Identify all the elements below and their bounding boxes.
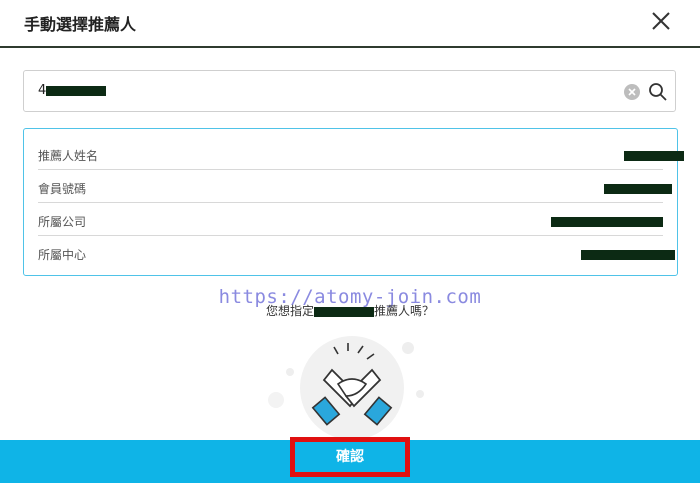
search-input-value: 4 <box>38 83 47 98</box>
info-label: 所屬中心 <box>38 248 87 262</box>
confirm-question: 您想指定 推薦人嗎？ <box>0 302 700 319</box>
info-label: 所屬公司 <box>38 215 87 229</box>
dialog-title: 手動選擇推薦人 <box>24 15 137 34</box>
search-input[interactable]: 4 <box>23 70 676 112</box>
redacted-block <box>46 85 107 96</box>
redacted-value <box>581 250 675 260</box>
info-row-member-number: 會員號碼 <box>38 170 672 203</box>
question-prefix: 您想指定 <box>265 304 314 318</box>
close-icon[interactable] <box>646 6 676 36</box>
redacted-value <box>551 217 663 227</box>
search-icon[interactable] <box>648 82 668 102</box>
recommender-info-panel: 推薦人姓名 會員號碼 所屬公司 所屬中心 <box>23 128 684 276</box>
info-label: 推薦人姓名 <box>38 149 99 163</box>
redacted-value <box>604 184 672 194</box>
clear-icon[interactable] <box>624 84 640 100</box>
info-row-company: 所屬公司 <box>38 203 663 236</box>
info-row-name: 推薦人姓名 <box>38 137 684 170</box>
info-row-center: 所屬中心 <box>38 236 675 269</box>
info-label: 會員號碼 <box>38 182 87 196</box>
handshake-icon <box>262 330 442 442</box>
dialog-header: 手動選擇推薦人 <box>0 0 700 48</box>
question-suffix: 推薦人嗎？ <box>374 304 435 318</box>
confirm-button[interactable]: 確認 <box>290 437 410 477</box>
redacted-value <box>624 151 684 161</box>
redacted-block <box>314 306 374 317</box>
